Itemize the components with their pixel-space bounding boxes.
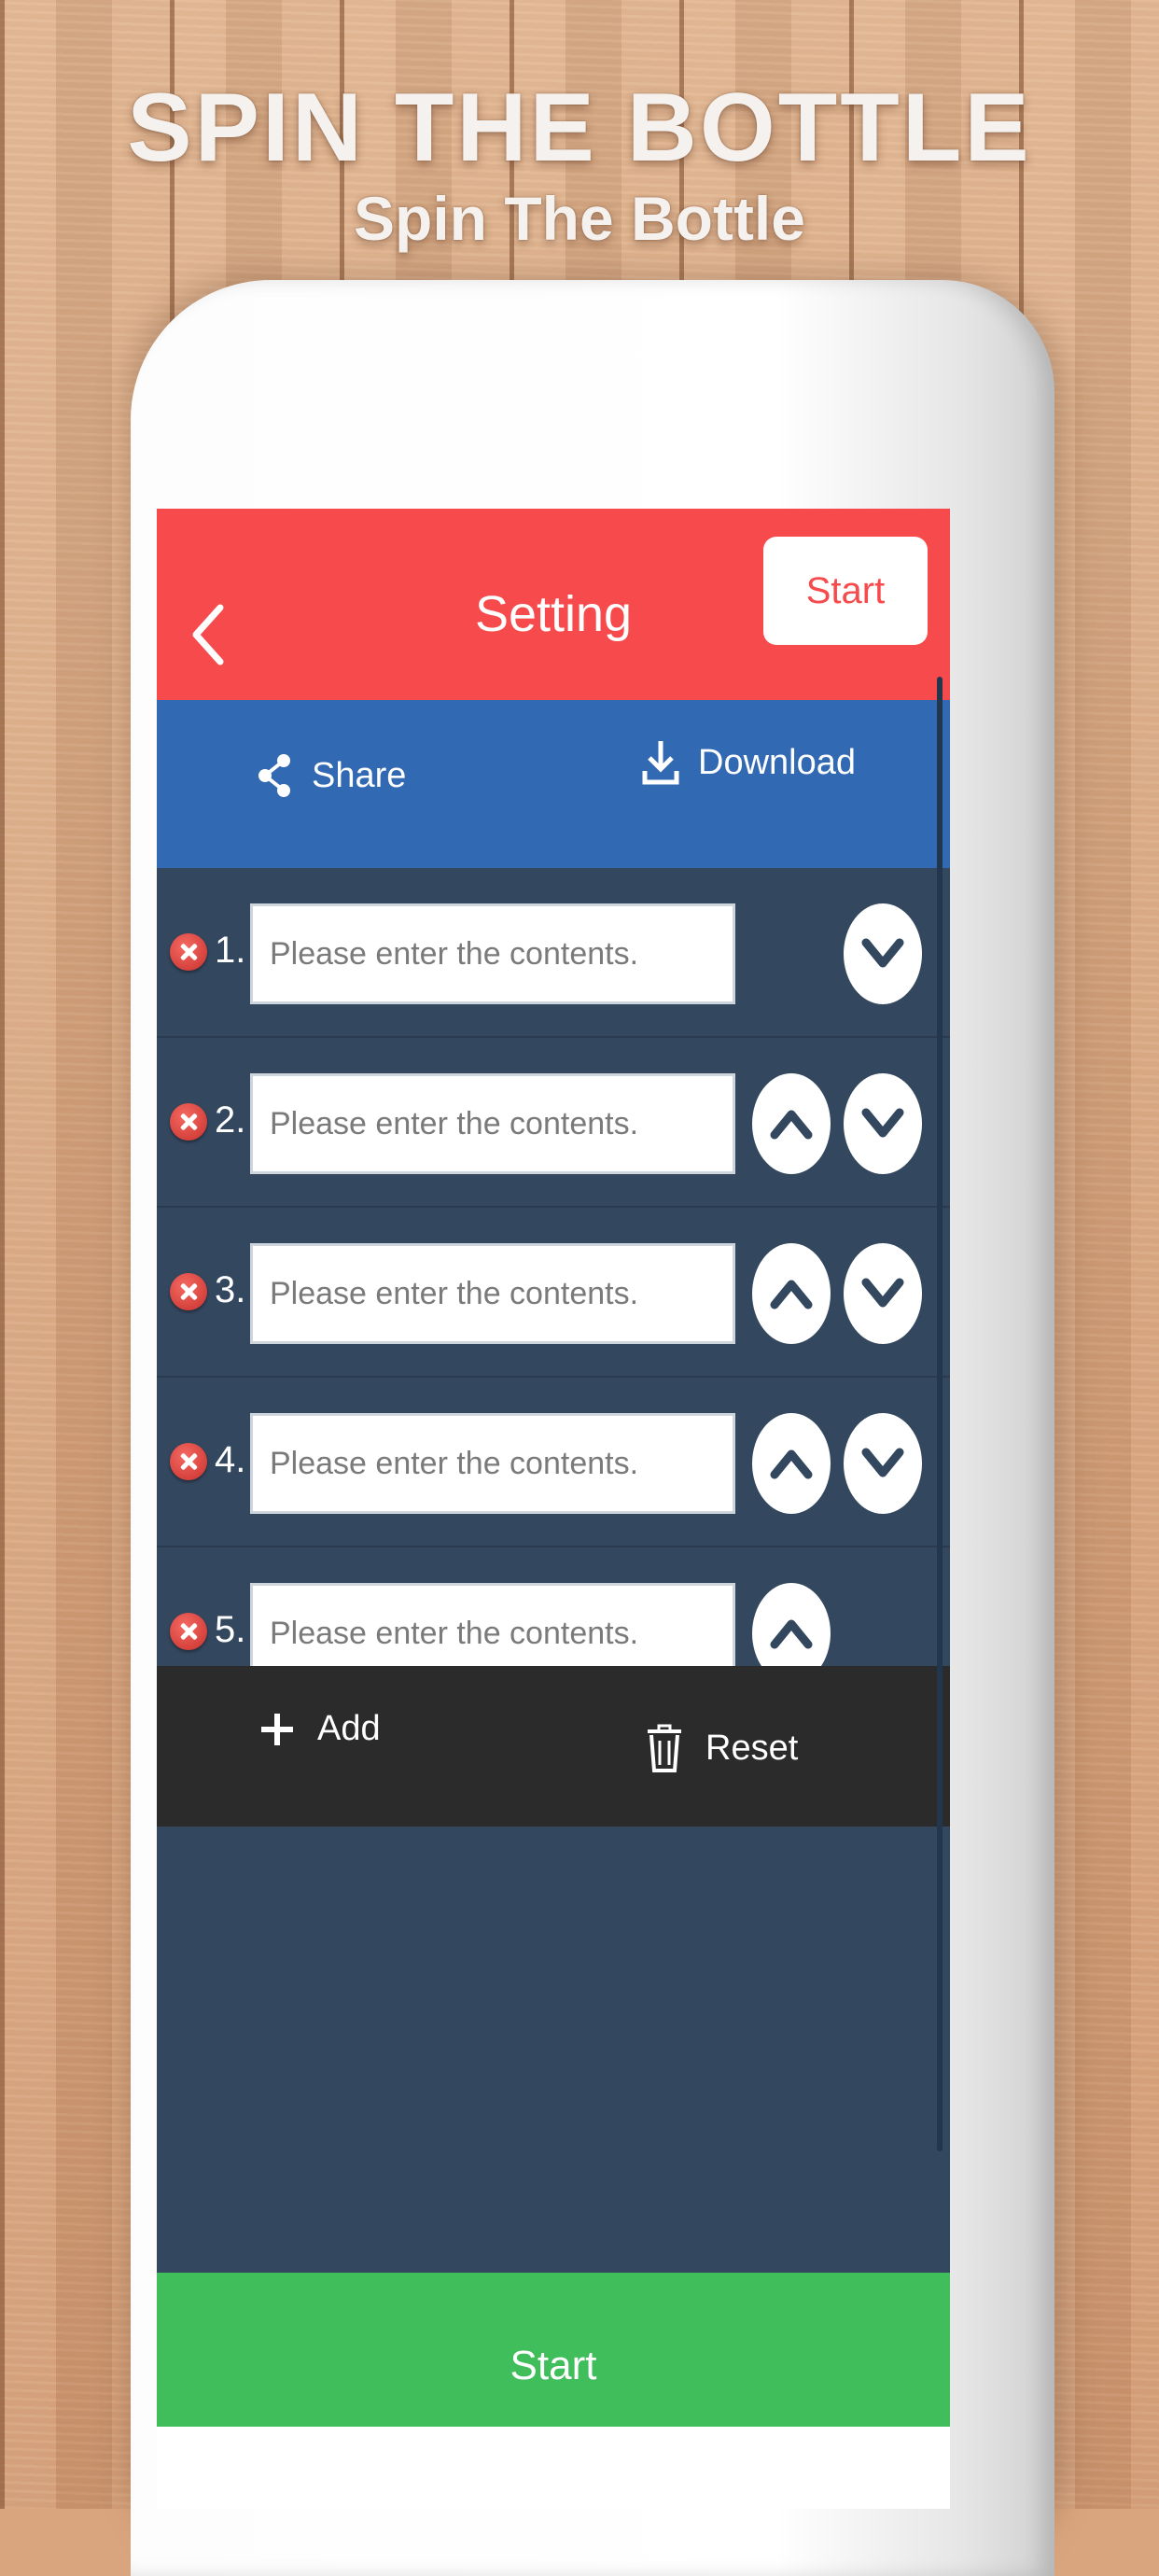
list-item: 3. — [157, 1208, 950, 1378]
start-button-bottom[interactable]: Start — [157, 2273, 950, 2441]
item-content-input[interactable] — [250, 903, 735, 1004]
list-item: 4. — [157, 1378, 950, 1547]
item-content-input[interactable] — [250, 1413, 735, 1514]
promo-subtitle: Spin The Bottle — [354, 184, 805, 253]
delete-icon[interactable] — [170, 1103, 207, 1141]
delete-icon[interactable] — [170, 1613, 207, 1650]
move-up-button[interactable] — [752, 1243, 831, 1344]
share-download-bar: Share Download — [157, 700, 950, 868]
download-label: Download — [698, 742, 856, 782]
nav-bar: Setting Start — [157, 509, 950, 705]
start-button-top[interactable]: Start — [763, 537, 928, 645]
download-button[interactable]: Download — [642, 739, 856, 786]
reset-label: Reset — [705, 1728, 799, 1768]
move-down-button[interactable] — [844, 1073, 922, 1174]
add-label: Add — [317, 1709, 381, 1748]
delete-icon[interactable] — [170, 1273, 207, 1310]
item-number: 1. — [215, 930, 246, 971]
share-icon — [258, 754, 290, 797]
item-content-input[interactable] — [250, 1243, 735, 1344]
move-down-button[interactable] — [844, 1243, 922, 1344]
delete-icon[interactable] — [170, 1443, 207, 1480]
scrollbar[interactable] — [937, 677, 943, 2151]
item-number: 5. — [215, 1609, 246, 1650]
item-number: 3. — [215, 1269, 246, 1310]
plus-icon — [261, 1713, 293, 1745]
move-down-button[interactable] — [844, 903, 922, 1004]
item-number: 2. — [215, 1099, 246, 1141]
delete-icon[interactable] — [170, 933, 207, 971]
move-up-button[interactable] — [752, 1413, 831, 1514]
app-screen: Setting Start Share Download 1. 2. 3. 4. 5. — [157, 509, 950, 2509]
download-icon — [642, 741, 679, 785]
share-button[interactable]: Share — [256, 753, 406, 798]
move-up-button[interactable] — [752, 1073, 831, 1174]
list-item: 1. — [157, 868, 950, 1038]
list-item: 2. — [157, 1038, 950, 1208]
add-reset-bar: Add Reset — [157, 1666, 950, 1827]
add-button[interactable]: Add — [259, 1709, 381, 1749]
item-number: 4. — [215, 1439, 246, 1480]
reset-button[interactable]: Reset — [646, 1724, 798, 1772]
item-content-input[interactable] — [250, 1073, 735, 1174]
share-label: Share — [312, 755, 407, 795]
screen-bottom-bezel — [157, 2427, 950, 2509]
promo-title: SPIN THE BOTTLE — [127, 74, 1032, 182]
trash-icon — [648, 1724, 681, 1772]
move-down-button[interactable] — [844, 1413, 922, 1514]
